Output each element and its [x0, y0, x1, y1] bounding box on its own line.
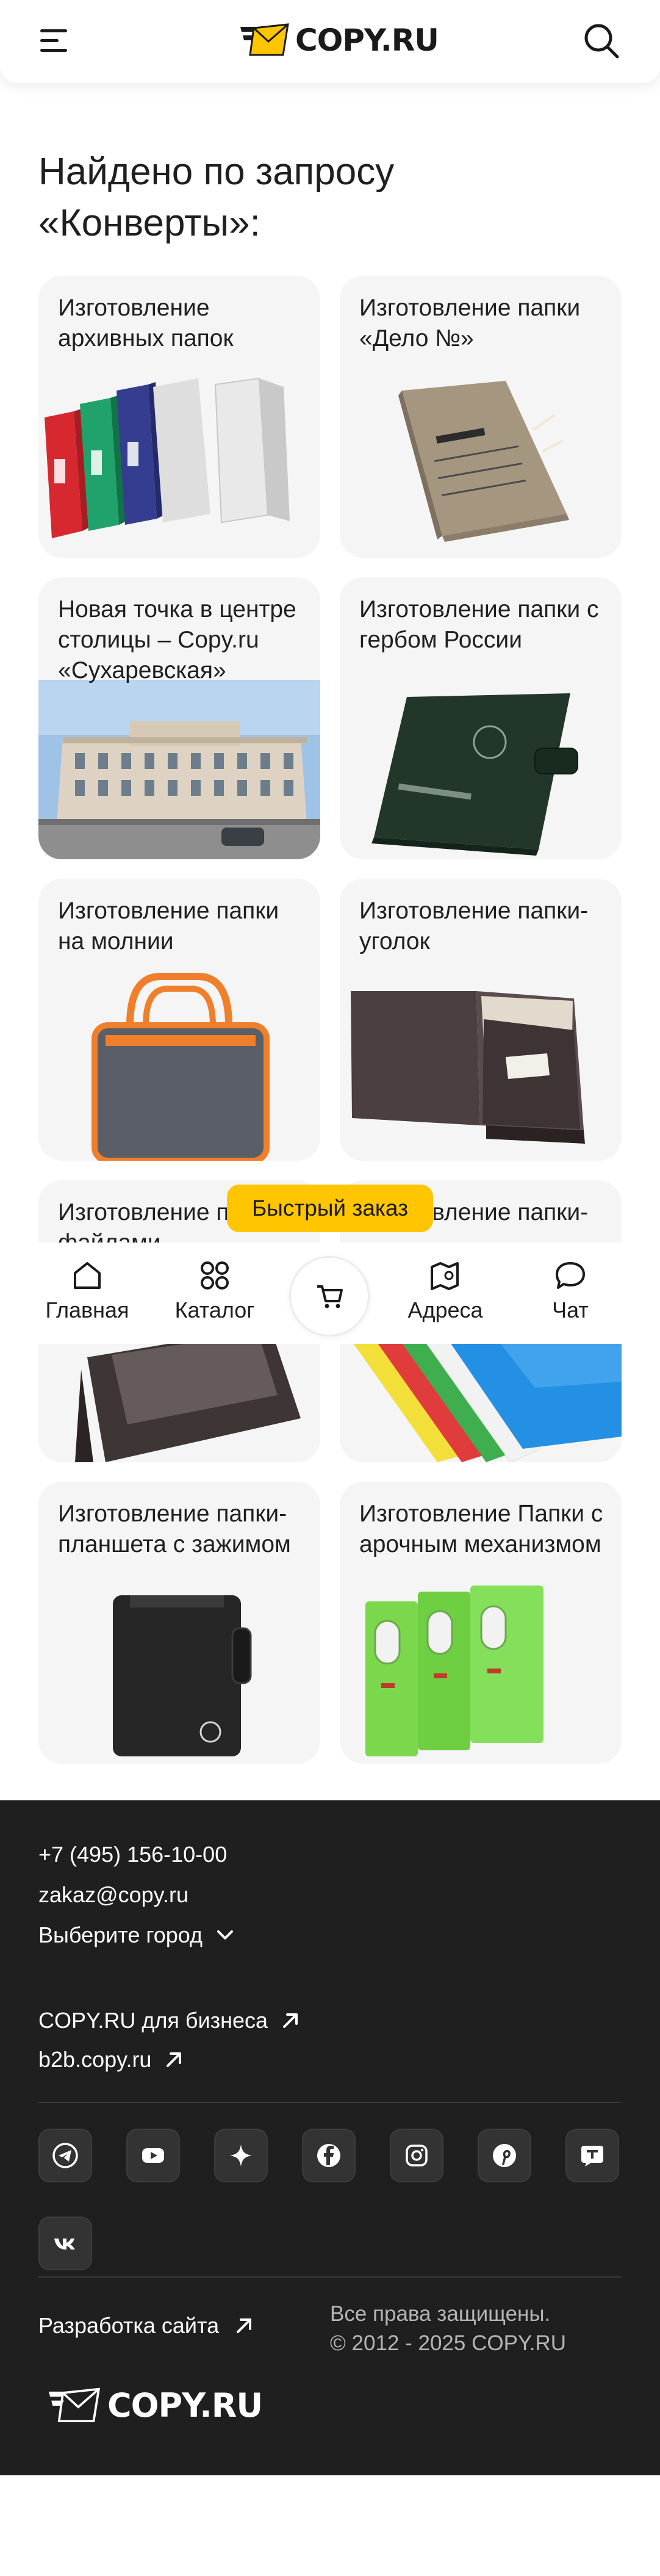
logo-envelope-icon	[49, 2387, 100, 2422]
chevron-down-icon	[217, 1930, 233, 1939]
city-selector-label: Выберите город	[38, 1922, 203, 1947]
logo-envelope-icon	[240, 23, 289, 56]
footer-logo-text: COPY.RU	[107, 2386, 263, 2425]
card-clipboard-folder[interactable]: Изготовление папки-планшета с зажимом	[38, 1482, 320, 1764]
tenchat-icon[interactable]	[565, 2129, 619, 2182]
header: COPY.RU	[0, 0, 660, 83]
nav-addresses-label: Адреса	[407, 1297, 483, 1322]
nav-catalog[interactable]: Каталог	[166, 1260, 264, 1333]
fast-order-button[interactable]: Быстрый заказ	[227, 1185, 433, 1232]
nav-catalog-label: Каталог	[174, 1297, 255, 1322]
dev-link-label: Разработка сайта	[38, 2313, 220, 2338]
nav-chat[interactable]: Чат	[537, 1260, 604, 1333]
card-title: Новая точка в центре столицы – Copy.ru «…	[58, 596, 296, 684]
facebook-icon[interactable]	[302, 2129, 356, 2182]
nav-home[interactable]: Главная	[35, 1260, 139, 1333]
card-zipper-folder[interactable]: Изготовление папки на молнии	[38, 879, 320, 1161]
footer-email[interactable]: zakaz@copy.ru	[38, 1882, 188, 1908]
card-title: Изготовление папки-уголок	[359, 898, 589, 954]
footer-phone[interactable]: +7 (495) 156-10-00	[38, 1842, 227, 1867]
rights-line-2: © 2012 - 2025 COPY.RU	[330, 2331, 567, 2355]
arrow-up-right-icon	[283, 2013, 298, 2028]
logo[interactable]: COPY.RU	[240, 22, 439, 59]
sparkle-icon[interactable]	[214, 2129, 268, 2182]
arrow-up-right-icon	[237, 2318, 252, 2333]
pinterest-icon[interactable]	[478, 2129, 531, 2182]
card-title: Изготовление папки на молнии	[58, 898, 279, 954]
dev-link[interactable]: Разработка сайта	[38, 2313, 253, 2339]
business-link-label: COPY.RU для бизнеса	[38, 2008, 268, 2033]
nav-home-label: Главная	[45, 1297, 129, 1322]
bottom-nav: Главная Каталог Адреса Чат	[0, 1243, 660, 1344]
page-title: Найдено по запросу «Конверты»:	[38, 151, 395, 244]
copyright: Все права защищены. © 2012 - 2025 COPY.R…	[330, 2300, 566, 2358]
footer-divider	[38, 2276, 622, 2278]
nav-addresses[interactable]: Адреса	[390, 1260, 500, 1333]
b2b-link-label: b2b.copy.ru	[38, 2047, 152, 2072]
card-archive-folders[interactable]: Изготовление архивных папок	[38, 276, 320, 558]
home-icon	[74, 1262, 101, 1289]
footer: +7 (495) 156-10-00 zakaz@copy.ru Выберит…	[0, 1800, 660, 2475]
card-title: Изготовление папки с гербом России	[359, 596, 599, 653]
card-title: Изготовление архивных папок	[58, 295, 234, 352]
card-gerb-folder[interactable]: Изготовление папки с гербом России	[340, 577, 622, 859]
footer-divider	[38, 2102, 622, 2103]
map-icon	[431, 1262, 459, 1290]
youtube-icon[interactable]	[126, 2129, 180, 2182]
card-sukharevskaya[interactable]: Новая точка в центре столицы – Copy.ru «…	[38, 577, 320, 859]
instagram-icon[interactable]	[390, 2129, 443, 2182]
card-ring-binders[interactable]: Изготовление Папки с арочным механизмом	[340, 1482, 622, 1764]
footer-business-link[interactable]: COPY.RU для бизнеса	[38, 2008, 300, 2033]
rights-line-1: Все права защищены.	[330, 2302, 551, 2326]
logo-text: COPY.RU	[295, 23, 439, 58]
card-corner-folder[interactable]: Изготовление папки-уголок	[340, 879, 622, 1161]
card-title: Изготовление папки «Дело №»	[359, 295, 581, 352]
chat-bubble-icon	[556, 1262, 585, 1289]
card-title: Изготовление папки-планшета с зажимом	[58, 1501, 291, 1557]
arrow-up-right-icon	[167, 2052, 182, 2067]
card-delo-folder[interactable]: Изготовление папки «Дело №»	[340, 276, 622, 558]
vk-icon[interactable]	[38, 2217, 92, 2270]
menu-icon[interactable]	[40, 27, 68, 54]
footer-logo[interactable]: COPY.RU	[49, 2386, 263, 2425]
cart-button[interactable]	[289, 1256, 370, 1337]
catalog-grid-icon	[201, 1261, 229, 1290]
telegram-icon[interactable]	[38, 2129, 92, 2182]
cart-icon	[317, 1285, 343, 1308]
nav-chat-label: Чат	[552, 1297, 589, 1322]
city-selector[interactable]: Выберите город	[38, 1922, 234, 1948]
search-icon[interactable]	[583, 22, 620, 60]
footer-b2b-link[interactable]: b2b.copy.ru	[38, 2047, 183, 2073]
card-title: Изготовление Папки с арочным механизмом	[359, 1501, 603, 1557]
